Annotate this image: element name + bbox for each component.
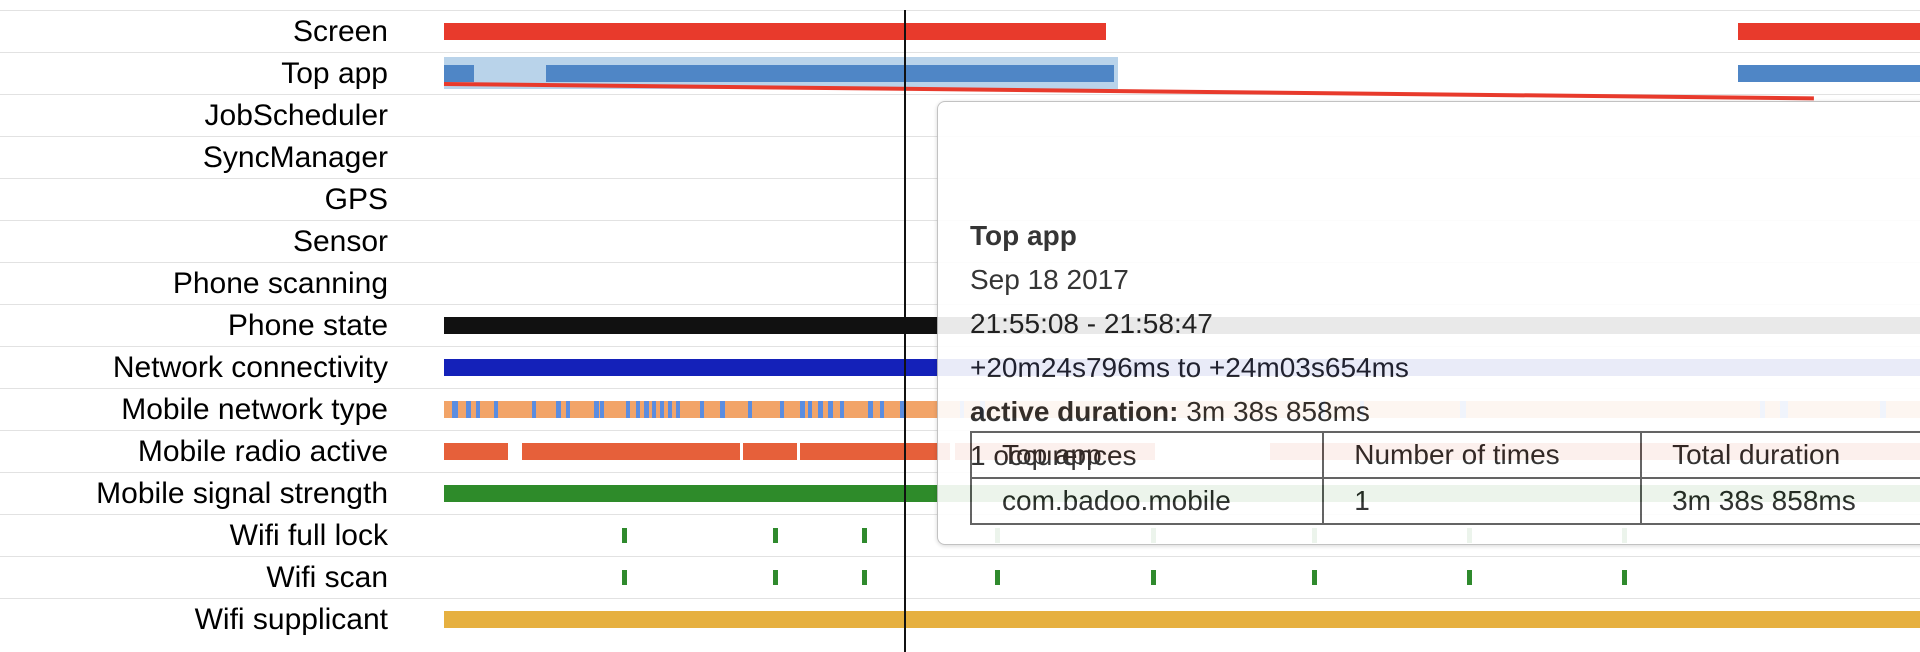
tooltip-offset-range: +20m24s796ms to +24m03s654ms [970, 352, 1409, 383]
mobile-network-type-marker[interactable] [466, 401, 471, 418]
mobile-network-type-marker[interactable] [808, 401, 812, 418]
mobile-network-type-marker[interactable] [840, 401, 844, 418]
mobile-network-type-marker[interactable] [644, 401, 649, 418]
active-duration-label: active duration: [970, 396, 1179, 427]
row-label-top-app: Top app [281, 57, 388, 90]
timeline-row-wifi-scan: Wifi scan [0, 556, 1920, 599]
mobile-network-type-marker[interactable] [818, 401, 823, 418]
mobile-network-type-marker[interactable] [748, 401, 752, 418]
mobile-network-type-marker[interactable] [720, 401, 725, 418]
timeline-row-wifi-supplicant: Wifi supplicant [0, 598, 1920, 641]
mobile-network-type-marker[interactable] [880, 401, 884, 418]
row-label-network-connectivity: Network connectivity [112, 351, 388, 384]
tooltip-table-cell: com.badoo.mobile [969, 477, 1325, 525]
mobile-network-type-marker[interactable] [780, 401, 784, 418]
lane-screen [444, 11, 1920, 53]
wifi-full-lock-tick[interactable] [773, 528, 778, 543]
wifi-full-lock-tick[interactable] [862, 528, 867, 543]
wifi-scan-tick[interactable] [1312, 570, 1317, 585]
mobile-network-type-marker[interactable] [700, 401, 704, 418]
wifi-scan-tick[interactable] [1151, 570, 1156, 585]
mobile-network-type-marker[interactable] [556, 401, 561, 418]
wifi-scan-tick[interactable] [1467, 570, 1472, 585]
lane-wifi-scan [444, 557, 1920, 599]
mobile-network-type-marker[interactable] [532, 401, 536, 418]
lane-top-app [444, 53, 1920, 95]
mobile-network-type-marker[interactable] [676, 401, 680, 418]
tooltip-table-header-row: Top app Number of times Total duration [969, 431, 1920, 479]
row-label-wifi-supplicant: Wifi supplicant [194, 603, 388, 636]
mobile-network-type-marker[interactable] [636, 401, 640, 418]
mobile-network-type-marker[interactable] [494, 401, 498, 418]
mobile-radio-active-segment[interactable] [444, 443, 508, 460]
tooltip-table-cell: 3m 38s 858ms [1640, 477, 1920, 525]
row-label-mobile-signal-strength: Mobile signal strength [96, 477, 388, 510]
tooltip-table-header: Top app [969, 431, 1325, 479]
row-label-gps: GPS [324, 183, 388, 216]
tooltip-title: Top app [970, 220, 1077, 251]
mobile-network-type-marker[interactable] [476, 401, 480, 418]
mobile-radio-active-segment[interactable] [522, 443, 740, 460]
screen-on-segment[interactable] [1738, 23, 1920, 40]
wifi-scan-tick[interactable] [1622, 570, 1627, 585]
tooltip-table-row: com.badoo.mobile 1 3m 38s 858ms [969, 477, 1920, 525]
top-app-segment[interactable] [546, 65, 1114, 82]
tooltip-date: Sep 18 2017 [970, 264, 1129, 295]
row-label-jobscheduler: JobScheduler [204, 99, 388, 132]
row-label-mobile-radio-active: Mobile radio active [137, 435, 388, 468]
mobile-network-type-marker[interactable] [626, 401, 630, 418]
wifi-scan-tick[interactable] [862, 570, 867, 585]
mobile-radio-active-segment[interactable] [743, 443, 797, 460]
mobile-network-type-marker[interactable] [652, 401, 656, 418]
wifi-scan-tick[interactable] [995, 570, 1000, 585]
mobile-network-type-marker[interactable] [594, 401, 599, 418]
active-duration-value: 3m 38s 858ms [1186, 396, 1370, 427]
event-tooltip: Top app Sep 18 2017 21:55:08 - 21:58:47 … [937, 101, 1920, 545]
row-label-phone-state: Phone state [227, 309, 388, 342]
tooltip-table-cell: 1 [1322, 477, 1643, 525]
timeline-row-screen: Screen [0, 10, 1920, 53]
top-app-segment[interactable] [444, 65, 474, 82]
mobile-radio-active-segment[interactable] [800, 443, 950, 460]
mobile-network-type-marker[interactable] [800, 401, 805, 418]
tooltip-table: Top app Number of times Total duration com.… [969, 431, 1920, 525]
row-label-wifi-full-lock: Wifi full lock [229, 519, 388, 552]
mobile-network-type-marker[interactable] [600, 401, 604, 418]
wifi-full-lock-tick[interactable] [622, 528, 627, 543]
lane-wifi-supplicant [444, 599, 1920, 641]
mobile-network-type-marker[interactable] [452, 401, 458, 418]
row-label-phone-scanning: Phone scanning [172, 267, 388, 300]
mobile-network-type-marker[interactable] [868, 401, 873, 418]
tooltip-table-header: Number of times [1322, 431, 1643, 479]
tooltip-time-range: 21:55:08 - 21:58:47 [970, 308, 1213, 339]
mobile-network-type-marker[interactable] [660, 401, 664, 418]
mobile-network-type-marker[interactable] [828, 401, 833, 418]
tooltip-active-duration: active duration: 3m 38s 858ms [970, 394, 1370, 430]
mobile-network-type-marker[interactable] [566, 401, 570, 418]
wifi-scan-tick[interactable] [622, 570, 627, 585]
top-app-segment[interactable] [1738, 65, 1920, 82]
screen-on-segment[interactable] [444, 23, 1106, 40]
row-label-wifi-scan: Wifi scan [266, 561, 388, 594]
wifi-scan-tick[interactable] [773, 570, 778, 585]
time-cursor-line[interactable] [904, 10, 906, 652]
tooltip-table-header: Total duration [1640, 431, 1920, 479]
row-label-screen: Screen [292, 15, 388, 48]
mobile-network-type-marker[interactable] [668, 401, 672, 418]
row-label-syncmanager: SyncManager [202, 141, 388, 174]
row-label-mobile-network-type: Mobile network type [121, 393, 388, 426]
row-label-sensor: Sensor [292, 225, 388, 258]
wifi-supplicant-segment[interactable] [444, 611, 1920, 628]
